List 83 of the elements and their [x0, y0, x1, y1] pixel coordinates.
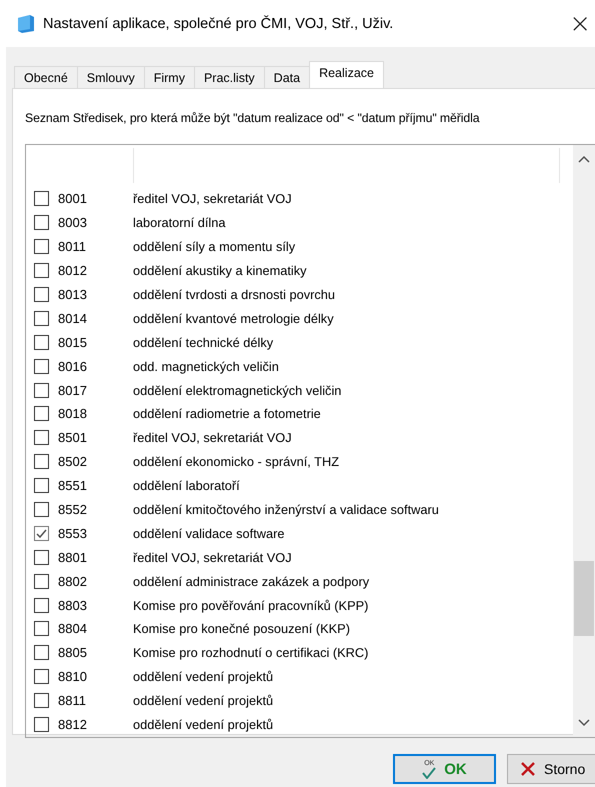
code-cell-text: 8802: [57, 574, 88, 589]
close-button[interactable]: ×: [569, 8, 595, 38]
checkbox[interactable]: [34, 645, 49, 660]
checkbox[interactable]: [34, 382, 49, 398]
code-cell-text: 8013: [57, 287, 88, 302]
checkbox[interactable]: [34, 717, 49, 732]
code-cell-text: 8812: [57, 717, 88, 732]
code-cell-text: 8018: [57, 406, 88, 422]
code-cell-text: 8003: [57, 215, 88, 230]
name-cell: oddělení kvantové metrologie délky: [133, 310, 334, 326]
checkbox[interactable]: [34, 693, 49, 708]
code-cell-text: 8811: [57, 693, 87, 708]
scroll-up-icon[interactable]: [578, 155, 590, 163]
name-cell: ředitel VOJ, sekretariát VOJ: [133, 550, 292, 565]
code-cell-text: 8804: [57, 621, 88, 636]
name-cell: oddělení tvrdosti a drsnosti povrchu: [133, 287, 336, 302]
code-cell-text: 8502: [57, 454, 88, 470]
checkbox[interactable]: [34, 621, 49, 636]
name-cell: oddělení síly a momentu síly: [133, 239, 296, 254]
code-cell-text: 8553: [57, 526, 88, 541]
code-cell-text: 8552: [57, 502, 88, 518]
tab[interactable]: Firmy: [144, 66, 195, 88]
checkbox[interactable]: [34, 454, 49, 470]
tab[interactable]: Obecné: [14, 66, 78, 88]
checkbox[interactable]: [34, 334, 49, 350]
name-cell: oddělení technické délky: [133, 334, 274, 350]
checkbox[interactable]: [34, 263, 49, 278]
cancel-button[interactable]: Storno: [507, 754, 595, 784]
code-cell-text: 8016: [57, 358, 88, 374]
code-cell-text: 8805: [57, 645, 88, 660]
name-cell: oddělení radiometrie a fotometrie: [133, 406, 321, 422]
code-cell-text: 8014: [57, 310, 88, 326]
code-cell-text: 8810: [57, 669, 88, 684]
name-cell: oddělení elektromagnetických veličin: [133, 382, 342, 398]
code-cell-text: 8551: [57, 478, 88, 494]
code-cell-text: 8801: [57, 550, 88, 565]
close-icon: [520, 761, 536, 777]
name-cell: odd. magnetických veličin: [133, 358, 279, 374]
name-cell: oddělení vedení projektů: [133, 717, 274, 732]
tab[interactable]: Realizace: [309, 61, 384, 88]
code-cell-text: 8017: [57, 382, 88, 398]
checkbox[interactable]: [34, 574, 49, 589]
description-text: Seznam Středisek, pro která může být "datum realizace od" < "datum příjmu" měřidla: [25, 110, 481, 127]
checkbox[interactable]: [34, 310, 49, 326]
name-cell: laboratorní dílna: [133, 215, 226, 230]
code-cell-text: 8803: [57, 598, 88, 613]
name-cell: oddělení validace software: [133, 526, 285, 541]
name-cell: oddělení ekonomicko - správní, THZ: [133, 454, 340, 470]
app-icon: [17, 14, 35, 34]
name-cell: oddělení administrace zakázek a podpory: [133, 574, 370, 589]
checkbox[interactable]: [34, 287, 49, 302]
checkbox[interactable]: [34, 215, 49, 230]
checkbox[interactable]: [34, 358, 49, 374]
checkbox[interactable]: [34, 550, 49, 565]
checkbox[interactable]: [34, 502, 49, 518]
checkbox[interactable]: [34, 239, 49, 254]
name-cell: Komise pro rozhodnutí o certifikaci (KRC): [133, 645, 368, 660]
name-cell: oddělení akustiky a kinematiky: [133, 263, 307, 278]
checkbox[interactable]: [34, 191, 49, 206]
name-cell: oddělení laboratoří: [133, 478, 240, 494]
scroll-thumb[interactable]: [574, 561, 594, 636]
name-cell: ředitel VOJ, sekretariát VOJ: [133, 430, 292, 446]
code-cell-text: 8012: [57, 263, 88, 278]
code-cell-text: 8001: [57, 191, 88, 206]
scroll-down-icon[interactable]: [578, 719, 590, 727]
code-cell-text: 8501: [57, 430, 88, 446]
checkbox[interactable]: [34, 406, 49, 422]
checkbox[interactable]: [34, 430, 49, 446]
code-cell-text: 8015: [57, 334, 88, 350]
name-cell: oddělení vedení projektů: [133, 693, 274, 708]
checkbox[interactable]: [34, 669, 49, 684]
tab[interactable]: Smlouvy: [76, 66, 145, 88]
code-cell-text: 8011: [57, 239, 87, 254]
checkbox[interactable]: [34, 478, 49, 494]
window-title: Nastavení aplikace, společné pro ČMI, VOJ, Stř., Uživ.: [43, 16, 394, 32]
checkbox[interactable]: [34, 526, 49, 541]
name-cell: Komise pro pověřování pracovníků (KPP): [133, 598, 368, 613]
name-cell: oddělení kmitočtového inženýrství a validace softwaru: [133, 502, 439, 518]
name-cell: oddělení vedení projektů: [133, 669, 274, 684]
name-cell: ředitel VOJ, sekretariát VOJ: [133, 191, 292, 206]
name-cell: Komise pro konečné posouzení (KKP): [133, 621, 350, 636]
tab[interactable]: Prac.listy: [194, 66, 265, 88]
checkbox[interactable]: [34, 598, 49, 613]
